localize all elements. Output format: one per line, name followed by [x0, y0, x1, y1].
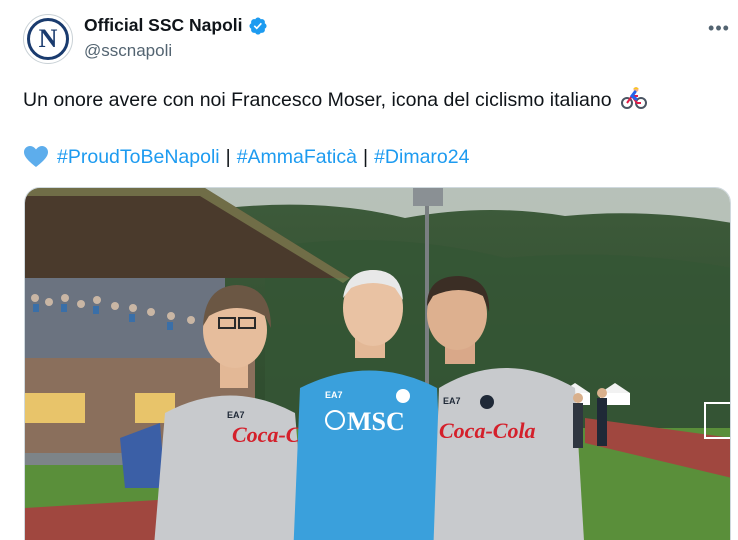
napoli-logo: N: [27, 18, 69, 60]
author-name-row: Official SSC Napoli: [84, 15, 268, 36]
display-name[interactable]: Official SSC Napoli: [84, 15, 243, 36]
hashtags-row: #ProudToBeNapoli | #AmmaFaticà | #Dimaro…: [23, 145, 469, 169]
person-biking-icon: [620, 87, 647, 109]
hashtag-ammafatica[interactable]: #AmmaFaticà: [237, 146, 357, 169]
right-shirt-brand: EA7: [443, 396, 461, 406]
center-shirt-sponsor: MSC: [347, 407, 405, 436]
hashtag-dimaro24[interactable]: #Dimaro24: [374, 146, 469, 169]
right-shirt-sponsor: Coca-Cola: [439, 418, 536, 443]
hashtag-proudtobenapoli[interactable]: #ProudToBeNapoli: [57, 146, 220, 169]
author-handle[interactable]: @sscnapoli: [84, 41, 172, 61]
avatar[interactable]: N: [23, 14, 73, 64]
hashtag-separator: |: [362, 145, 369, 168]
verified-badge-icon[interactable]: [248, 16, 268, 36]
tweet-body: Un onore avere con noi Francesco Moser, …: [23, 89, 612, 111]
center-shirt-brand: EA7: [325, 390, 343, 400]
photo-scene: Coca-Cola EA7 MSC EA7 Coca-Cola EA7: [25, 188, 730, 540]
tweet-photo[interactable]: Coca-Cola EA7 MSC EA7 Coca-Cola EA7: [24, 187, 731, 540]
light-blue-heart-icon: [24, 146, 48, 167]
tweet-text: Un onore avere con noi Francesco Moser, …: [23, 86, 647, 112]
more-options-button[interactable]: •••: [704, 16, 734, 40]
more-dots-icon: •••: [708, 17, 730, 38]
hashtag-separator: |: [225, 145, 231, 168]
left-shirt-brand: EA7: [227, 410, 245, 420]
